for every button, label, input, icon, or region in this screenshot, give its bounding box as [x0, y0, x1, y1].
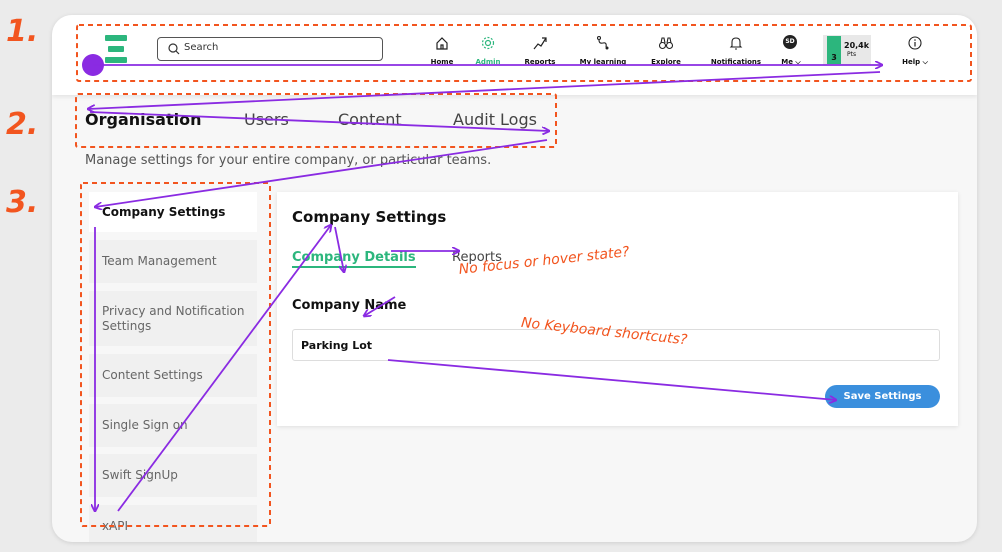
- focus-arrow-6: [117, 225, 331, 512]
- annotation-box-sidebar: [80, 182, 271, 527]
- step-label-3: 3.: [6, 185, 39, 220]
- focus-arrow-7: [334, 226, 344, 272]
- focus-arrow-3: [89, 111, 549, 131]
- annotation-box-topbar: [76, 24, 972, 82]
- step-label-1: 1.: [6, 14, 39, 49]
- focus-arrow-9: [364, 296, 396, 316]
- step-label-2: 2.: [6, 107, 39, 142]
- annotation-overlay: [75, 24, 972, 527]
- focus-arrow-2: [88, 71, 881, 109]
- focus-arrow-4: [95, 139, 548, 207]
- focus-arrow-10: [387, 359, 836, 400]
